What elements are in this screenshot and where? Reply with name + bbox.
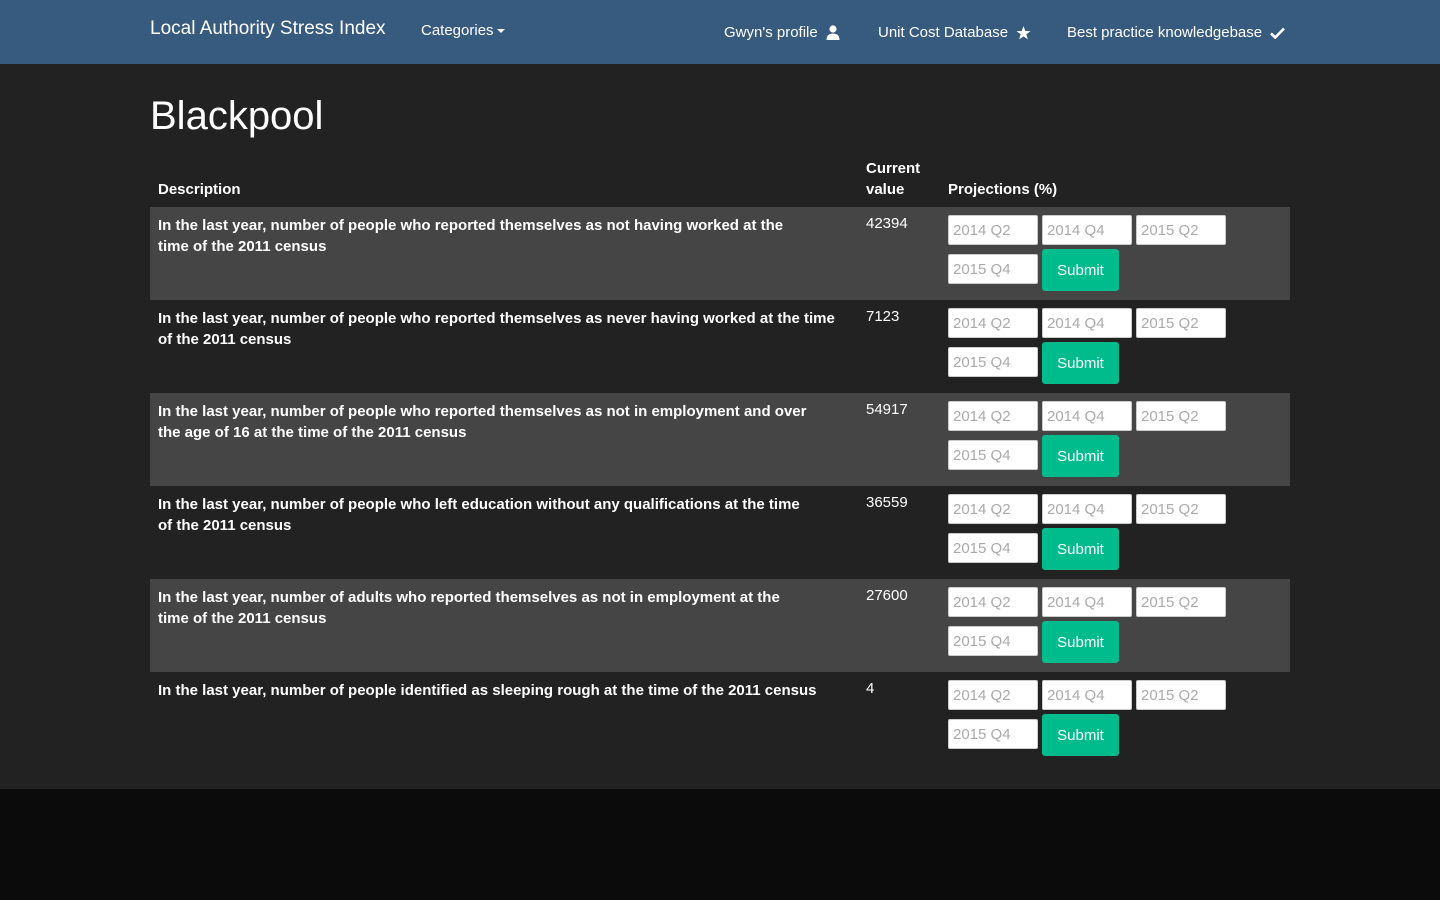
best-practice-label: Best practice knowledgebase — [1067, 24, 1263, 41]
submit-button[interactable]: Submit — [1042, 621, 1119, 663]
header-projections: Projections (%) — [948, 181, 1058, 198]
projection-2015-q2-input[interactable] — [1136, 215, 1226, 245]
row-current-value: 27600 — [866, 587, 908, 604]
projection-2015-q4-input[interactable] — [948, 533, 1038, 563]
page-title: Blackpool — [150, 94, 324, 138]
row-description: In the last year, number of people who r… — [158, 310, 835, 348]
submit-button[interactable]: Submit — [1042, 435, 1119, 477]
projection-2015-q4-input[interactable] — [948, 719, 1038, 749]
categories-dropdown[interactable]: Categories — [421, 22, 505, 39]
profile-link[interactable]: Gwyn's profile — [724, 24, 840, 41]
main-content: Blackpool Description Current value Proj… — [0, 64, 1440, 789]
header-current-value: Current value — [866, 160, 921, 198]
projection-2015-q2-input[interactable] — [1136, 308, 1226, 338]
projection-2014-q2-input[interactable] — [948, 494, 1038, 524]
caret-down-icon — [496, 29, 505, 34]
submit-button[interactable]: Submit — [1042, 342, 1119, 384]
best-practice-link[interactable]: Best practice knowledgebase — [1067, 24, 1286, 41]
projection-2014-q4-input[interactable] — [1042, 680, 1132, 710]
table-row: In the last year, number of people who l… — [150, 486, 1290, 579]
projection-2015-q4-input[interactable] — [948, 347, 1038, 377]
projection-2014-q2-input[interactable] — [948, 215, 1038, 245]
row-current-value: 54917 — [866, 401, 908, 418]
row-current-value: 36559 — [866, 494, 908, 511]
projection-2015-q2-input[interactable] — [1136, 680, 1226, 710]
navbar: Local Authority Stress Index Categories … — [0, 0, 1440, 64]
checkmark-icon — [1270, 27, 1286, 39]
profile-label: Gwyn's profile — [724, 24, 818, 41]
row-description: In the last year, number of people who r… — [158, 217, 784, 255]
table-row: In the last year, number of people ident… — [150, 672, 1290, 765]
categories-label: Categories — [421, 22, 494, 39]
projection-2015-q4-input[interactable] — [948, 626, 1038, 656]
projection-2015-q4-input[interactable] — [948, 440, 1038, 470]
projection-2014-q4-input[interactable] — [1042, 401, 1132, 431]
row-description: In the last year, number of people who l… — [158, 496, 800, 534]
projection-2015-q4-input[interactable] — [948, 254, 1038, 284]
submit-button[interactable]: Submit — [1042, 249, 1119, 291]
row-current-value: 7123 — [866, 308, 900, 325]
table-row: In the last year, number of adults who r… — [150, 579, 1290, 672]
projection-2014-q4-input[interactable] — [1042, 308, 1132, 338]
unit-cost-label: Unit Cost Database — [878, 24, 1009, 41]
projection-2015-q2-input[interactable] — [1136, 587, 1226, 617]
row-current-value: 42394 — [866, 215, 908, 232]
table-row: In the last year, number of people who r… — [150, 207, 1290, 300]
projection-2014-q2-input[interactable] — [948, 401, 1038, 431]
header-description: Description — [158, 181, 241, 198]
projection-2015-q2-input[interactable] — [1136, 401, 1226, 431]
table-row: In the last year, number of people who r… — [150, 300, 1290, 393]
row-description: In the last year, number of people who r… — [158, 403, 807, 441]
projection-2014-q2-input[interactable] — [948, 587, 1038, 617]
row-description: In the last year, number of people ident… — [158, 682, 817, 699]
indicator-table: In the last year, number of people who r… — [150, 207, 1290, 765]
unit-cost-link[interactable]: Unit Cost Database — [878, 24, 1031, 41]
star-icon — [1016, 25, 1031, 39]
user-icon — [826, 25, 840, 40]
projection-2015-q2-input[interactable] — [1136, 494, 1226, 524]
submit-button[interactable]: Submit — [1042, 714, 1119, 756]
table-row: In the last year, number of people who r… — [150, 393, 1290, 486]
brand-link[interactable]: Local Authority Stress Index — [150, 18, 386, 40]
projection-2014-q4-input[interactable] — [1042, 215, 1132, 245]
projection-2014-q4-input[interactable] — [1042, 494, 1132, 524]
submit-button[interactable]: Submit — [1042, 528, 1119, 570]
projection-2014-q4-input[interactable] — [1042, 587, 1132, 617]
projection-2014-q2-input[interactable] — [948, 680, 1038, 710]
row-description: In the last year, number of adults who r… — [158, 589, 780, 627]
row-current-value: 4 — [866, 680, 875, 697]
projection-2014-q2-input[interactable] — [948, 308, 1038, 338]
